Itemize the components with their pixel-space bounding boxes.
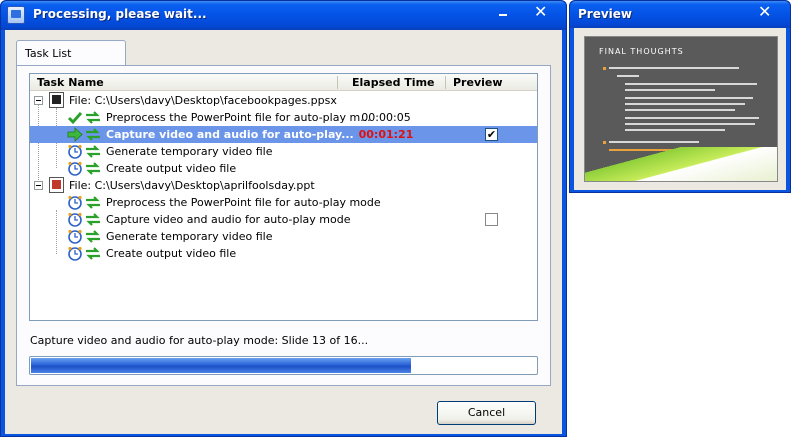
title-bar[interactable]: Processing, please wait... ✕ <box>1 1 566 30</box>
collapse-icon[interactable] <box>34 181 43 190</box>
task-label: Preprocess the PowerPoint file for auto-… <box>106 196 381 209</box>
cancel-button[interactable]: Cancel <box>437 401 536 425</box>
powerpoint-file-icon <box>49 92 64 108</box>
transfer-arrows-icon <box>86 230 100 243</box>
slide-text-line <box>625 97 753 99</box>
file-row[interactable]: File: C:\Users\davy\Desktop\facebookpage… <box>30 92 537 109</box>
task-label: Generate temporary video file <box>106 145 273 158</box>
slide-text-line <box>617 75 639 77</box>
clock-icon <box>68 195 82 210</box>
task-list[interactable]: Task Name Elapsed Time Preview File: C:\… <box>29 73 538 321</box>
slide-text-line <box>625 83 757 85</box>
slide-bullet <box>603 141 606 144</box>
task-row[interactable]: Create output video file <box>30 245 537 262</box>
slide-bullet <box>603 67 606 70</box>
slide-text-line <box>609 141 699 143</box>
list-header: Task Name Elapsed Time Preview <box>30 74 537 91</box>
slide-text-line <box>625 117 759 119</box>
task-row[interactable]: Create output video file <box>30 160 537 177</box>
task-label: Create output video file <box>106 162 237 175</box>
task-label: Capture video and audio for auto-play... <box>106 128 354 141</box>
clock-icon <box>68 144 82 159</box>
file-path: File: C:\Users\davy\Desktop\aprilfoolsda… <box>69 179 315 192</box>
slide-text-line <box>625 109 735 111</box>
column-separator[interactable] <box>337 76 338 89</box>
collapse-icon[interactable] <box>34 96 43 105</box>
slide-text-line <box>625 123 755 125</box>
app-icon <box>7 6 25 24</box>
checkmark-icon <box>67 112 83 125</box>
close-icon[interactable]: ✕ <box>534 3 547 21</box>
clock-icon <box>68 246 82 261</box>
elapsed-time-active: 00:01:21 <box>358 128 414 141</box>
task-label: Generate temporary video file <box>106 230 273 243</box>
status-text: Capture video and audio for auto-play mo… <box>30 334 369 347</box>
slide-preview-image: FINAL THOUGHTS <box>584 36 778 182</box>
slide-text-line <box>609 67 739 69</box>
preview-checkbox-checked[interactable]: ✔ <box>485 128 498 141</box>
slide-text-line <box>625 103 745 105</box>
transfer-arrows-icon <box>86 247 100 260</box>
arrow-right-icon <box>67 127 83 142</box>
task-label: Capture video and audio for auto-play mo… <box>106 213 351 226</box>
powerpoint-file-icon <box>49 177 64 193</box>
task-label: Create output video file <box>106 247 237 260</box>
file-path: File: C:\Users\davy\Desktop\facebookpage… <box>69 94 337 107</box>
window-title: Processing, please wait... <box>33 7 207 21</box>
tab-label: Task List <box>25 47 72 60</box>
clock-icon <box>68 161 82 176</box>
preview-close-icon[interactable]: ✕ <box>758 3 771 21</box>
preview-title-bar[interactable]: Preview ✕ <box>570 1 790 28</box>
elapsed-time: 00:00:05 <box>361 111 411 124</box>
slide-text-line <box>625 129 725 131</box>
transfer-arrows-icon <box>86 145 100 158</box>
slide-decoration <box>585 147 777 181</box>
transfer-arrows-icon <box>86 162 100 175</box>
column-header-task-name[interactable]: Task Name <box>37 76 104 89</box>
slide-title: FINAL THOUGHTS <box>599 47 684 56</box>
transfer-arrows-icon <box>86 196 100 209</box>
minimize-icon[interactable] <box>499 14 507 16</box>
cancel-label: Cancel <box>467 406 506 419</box>
task-row[interactable]: Generate temporary video file <box>30 228 537 245</box>
preview-window: Preview ✕ FINAL THOUGHTS <box>569 0 791 193</box>
transfer-arrows-icon <box>86 128 100 141</box>
task-row-selected[interactable]: Capture video and audio for auto-play...… <box>30 126 537 143</box>
transfer-arrows-icon <box>86 213 100 226</box>
column-separator[interactable] <box>445 76 446 89</box>
column-header-elapsed-time[interactable]: Elapsed Time <box>352 76 435 89</box>
file-row[interactable]: File: C:\Users\davy\Desktop\aprilfoolsda… <box>30 177 537 194</box>
preview-title: Preview <box>578 7 633 21</box>
transfer-arrows-icon <box>86 111 100 124</box>
clock-icon <box>68 229 82 244</box>
slide-text-line <box>625 89 715 91</box>
tab-task-list[interactable]: Task List <box>16 40 126 66</box>
preview-client-area: FINAL THOUGHTS <box>574 28 786 190</box>
preview-checkbox[interactable] <box>485 213 498 226</box>
clock-icon <box>68 212 82 227</box>
progress-fill <box>31 358 412 373</box>
task-label: Preprocess the PowerPoint file for auto-… <box>106 111 371 124</box>
column-header-preview[interactable]: Preview <box>453 76 503 89</box>
task-row[interactable]: Preprocess the PowerPoint file for auto-… <box>30 109 537 126</box>
progress-bar <box>29 356 538 375</box>
task-row[interactable]: Preprocess the PowerPoint file for auto-… <box>30 194 537 211</box>
task-row[interactable]: Generate temporary video file <box>30 143 537 160</box>
task-row[interactable]: Capture video and audio for auto-play mo… <box>30 211 537 228</box>
